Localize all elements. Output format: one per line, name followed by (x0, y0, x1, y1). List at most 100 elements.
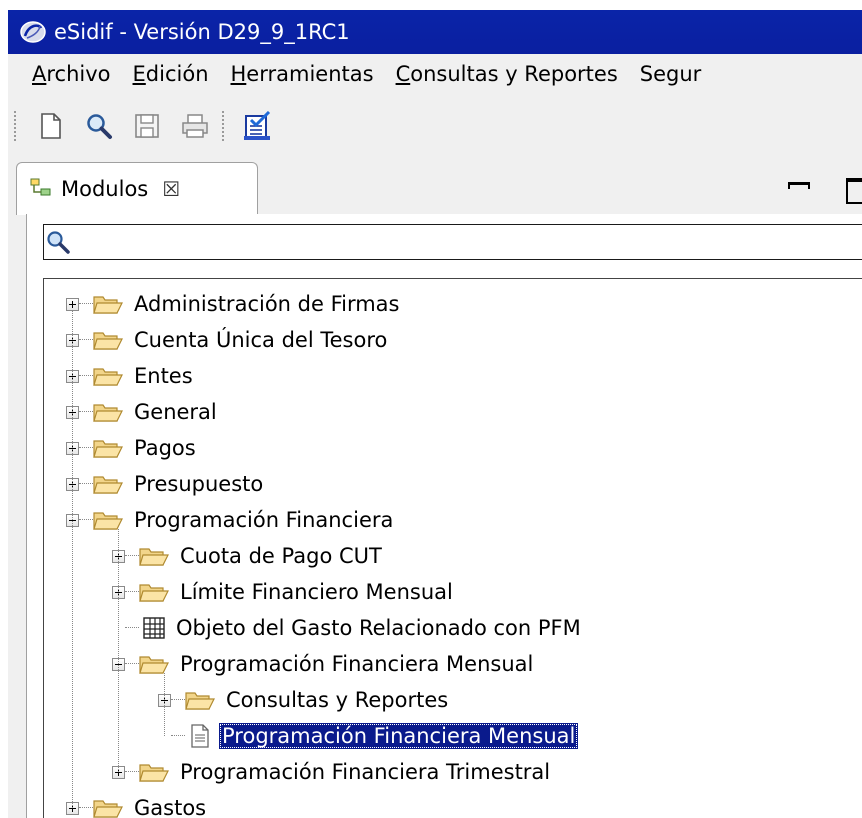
tree-node[interactable]: Cuenta Única del Tesoro (66, 325, 390, 355)
tree-connector (79, 411, 93, 413)
tree-guide-line (72, 311, 74, 808)
minimize-icon[interactable] (788, 181, 810, 189)
validate-button[interactable] (240, 109, 274, 143)
window-edge (0, 0, 8, 818)
checklist-icon (244, 111, 271, 140)
tree-node[interactable]: Pagos (66, 433, 199, 463)
tree-connector (79, 339, 93, 341)
folder-icon (93, 296, 123, 314)
document-icon (191, 724, 209, 748)
toolbar-separator (222, 111, 226, 141)
tree-connector (125, 591, 139, 593)
app-window: eSidif - Versión D29_9_1RC1 Archivo Edic… (0, 0, 862, 818)
folder-icon (93, 476, 123, 494)
hierarchy-icon (30, 178, 51, 196)
tree-node-label[interactable]: Gastos (131, 795, 209, 818)
save-button[interactable] (130, 109, 164, 143)
modulos-view: Modulos ☒ Administración de Firmas Cuenta… (8, 158, 862, 818)
menu-edicion[interactable]: Edición (133, 62, 209, 86)
tree-connector (79, 483, 93, 485)
tree-node[interactable]: Programación Financiera Mensual (112, 649, 536, 679)
tree-guide-line (164, 673, 166, 736)
menu-seguridad[interactable]: Segur (640, 62, 702, 86)
menu-herramientas[interactable]: Herramientas (231, 62, 374, 86)
tree-node-label[interactable]: Administración de Firmas (131, 291, 403, 317)
table-icon (143, 617, 165, 639)
tree-node[interactable]: Gastos (66, 793, 209, 818)
tree-connector (79, 807, 93, 809)
tree-connector (79, 519, 93, 521)
menu-consultas-y-reportes[interactable]: Consultas y Reportes (396, 62, 618, 86)
tree-node[interactable]: Programación Financiera (66, 505, 396, 535)
folder-icon (139, 656, 169, 674)
folder-icon (93, 332, 123, 350)
search-button[interactable] (82, 109, 116, 143)
tree-node-label[interactable]: Programación Financiera (131, 507, 396, 533)
tree-node-label[interactable]: Programación Financiera Mensual (177, 651, 536, 677)
tree-node[interactable]: Entes (66, 361, 196, 391)
tree-connector (171, 735, 185, 737)
tree-node-label[interactable]: Cuota de Pago CUT (177, 543, 385, 569)
tree-connector (79, 375, 93, 377)
save-icon (135, 114, 159, 138)
tree-node[interactable]: Límite Financiero Mensual (112, 577, 456, 607)
search-icon (47, 231, 70, 254)
view-controls (788, 164, 862, 204)
tab-modulos-label: Modulos (61, 177, 149, 201)
toolbar-grip[interactable] (14, 111, 20, 141)
print-button[interactable] (178, 109, 212, 143)
modulos-content: Administración de Firmas Cuenta Única del… (26, 214, 862, 818)
tree-node[interactable]: Programación Financiera Trimestral (112, 757, 553, 787)
tree-node-label[interactable]: Programación Financiera Mensual (219, 723, 579, 749)
toolbar (8, 94, 862, 158)
tree-node-label[interactable]: Programación Financiera Trimestral (177, 759, 553, 785)
tree-content: Administración de Firmas Cuenta Única del… (44, 279, 862, 818)
tab-modulos[interactable]: Modulos ☒ (16, 162, 258, 215)
tree-node-label[interactable]: Presupuesto (131, 471, 266, 497)
tree-node-label[interactable]: Consultas y Reportes (223, 687, 451, 713)
menu-archivo[interactable]: Archivo (32, 62, 111, 86)
tree-connector (79, 447, 93, 449)
tree-connector (125, 663, 139, 665)
folder-icon (139, 764, 169, 782)
tree-node[interactable]: Consultas y Reportes (158, 685, 451, 715)
tree-node-label[interactable]: Entes (131, 363, 196, 389)
tree-node[interactable]: General (66, 397, 220, 427)
modules-tree[interactable]: Administración de Firmas Cuenta Única del… (43, 278, 862, 818)
tree-node-label[interactable]: Límite Financiero Mensual (177, 579, 456, 605)
tree-connector (125, 555, 139, 557)
tree-guide-line (118, 529, 120, 772)
folder-icon (93, 368, 123, 386)
folder-icon (93, 800, 123, 818)
tree-node[interactable]: Administración de Firmas (66, 289, 403, 319)
maximize-icon[interactable] (846, 178, 862, 204)
folder-icon (139, 548, 169, 566)
tree-connector (125, 627, 139, 629)
tree-node-label[interactable]: Objeto del Gasto Relacionado con PFM (173, 615, 584, 641)
expand-icon[interactable] (66, 297, 79, 311)
new-document-icon (41, 113, 61, 139)
menu-bar: Archivo Edición Herramientas Consultas y… (8, 54, 862, 94)
print-icon (182, 114, 208, 138)
esidif-logo-icon (18, 19, 48, 45)
tree-connector (79, 303, 93, 305)
tree-node[interactable]: Programación Financiera Mensual (158, 721, 579, 751)
tree-node[interactable]: Objeto del Gasto Relacionado con PFM (112, 613, 584, 643)
tree-node[interactable]: Presupuesto (66, 469, 266, 499)
tree-connector (171, 699, 185, 701)
tree-node-label[interactable]: General (131, 399, 220, 425)
tree-node[interactable]: Cuota de Pago CUT (112, 541, 385, 571)
folder-icon (93, 404, 123, 422)
filter-field[interactable] (43, 224, 862, 260)
folder-icon (139, 584, 169, 602)
folder-icon (93, 512, 123, 530)
folder-icon (93, 440, 123, 458)
tree-connector (125, 771, 139, 773)
folder-icon (185, 692, 215, 710)
tree-node-label[interactable]: Cuenta Única del Tesoro (131, 327, 390, 353)
filter-input[interactable] (74, 226, 862, 258)
new-button[interactable] (34, 109, 68, 143)
close-icon[interactable]: ☒ (162, 177, 180, 201)
title-bar[interactable]: eSidif - Versión D29_9_1RC1 (8, 10, 862, 54)
tree-node-label[interactable]: Pagos (131, 435, 199, 461)
